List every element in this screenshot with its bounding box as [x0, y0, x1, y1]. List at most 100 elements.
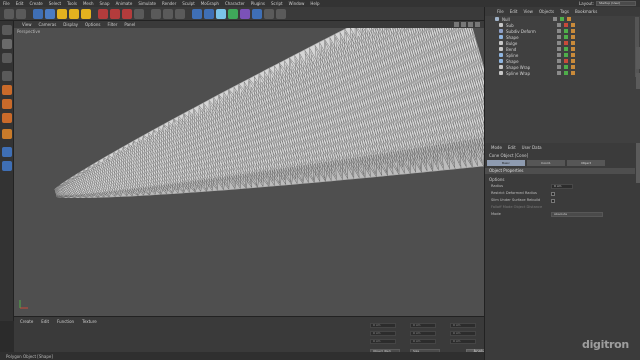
undo-icon[interactable] — [4, 8, 14, 19]
maximize-icon[interactable] — [475, 22, 480, 27]
menu-animate[interactable]: Animate — [116, 1, 133, 6]
tag-icon[interactable] — [571, 71, 575, 75]
enable-check-icon[interactable] — [564, 59, 568, 63]
tag-icon[interactable] — [571, 47, 575, 51]
model-mode-icon[interactable] — [2, 39, 12, 49]
menu-file[interactable]: File — [3, 1, 10, 6]
visibility-dots-icon[interactable] — [557, 47, 561, 51]
enable-check-icon[interactable] — [564, 23, 568, 27]
redo-icon[interactable] — [16, 8, 26, 19]
material-menu-function[interactable]: Function — [57, 319, 74, 324]
tag-icon[interactable] — [571, 41, 575, 45]
menu-edit[interactable]: Edit — [16, 1, 24, 6]
viewport-menu-filter[interactable]: Filter — [107, 22, 117, 27]
visibility-dots-icon[interactable] — [557, 53, 561, 57]
tag-icon[interactable] — [567, 17, 571, 21]
menu-create[interactable]: Create — [29, 1, 42, 6]
menu-window[interactable]: Window — [289, 1, 305, 6]
enable-check-icon[interactable] — [564, 35, 568, 39]
camera-icon[interactable] — [264, 8, 274, 19]
objects-menu-tags[interactable]: Tags — [560, 9, 569, 14]
enable-check-icon[interactable] — [564, 29, 568, 33]
environment-icon[interactable] — [252, 8, 262, 19]
objects-menu-bookmarks[interactable]: Bookmarks — [575, 9, 597, 14]
make-editable-icon[interactable] — [2, 25, 12, 35]
scale-icon[interactable] — [57, 8, 67, 19]
tab-basic[interactable]: Basic — [487, 160, 525, 166]
enable-check-icon[interactable] — [564, 41, 568, 45]
objects-menu-objects[interactable]: Objects — [539, 9, 554, 14]
visibility-dots-icon[interactable] — [557, 71, 561, 75]
render-picture-viewer-icon[interactable] — [163, 8, 173, 19]
x-axis-icon[interactable] — [98, 8, 108, 19]
rotation-h-field[interactable]: 0 cm — [450, 323, 476, 328]
rotation-p-field[interactable]: 0 cm — [450, 331, 476, 336]
visibility-dots-icon[interactable] — [557, 41, 561, 45]
tab-coord[interactable]: Coord. — [527, 160, 565, 166]
size-z-field[interactable]: 0 cm — [410, 339, 436, 344]
viewport-menu-view[interactable]: View — [22, 22, 32, 27]
enable-check-icon[interactable] — [560, 17, 564, 21]
texture-mode-icon[interactable] — [2, 53, 12, 63]
menu-simulate[interactable]: Simulate — [138, 1, 156, 6]
size-y-field[interactable]: 0 cm — [410, 331, 436, 336]
viewport-menu-panel[interactable]: Panel — [124, 22, 135, 27]
tweak-icon[interactable] — [2, 147, 12, 157]
coord-system-icon[interactable] — [134, 8, 144, 19]
material-menu-texture[interactable]: Texture — [82, 319, 97, 324]
attribute-checkbox[interactable] — [551, 192, 555, 196]
edges-mode-icon[interactable] — [2, 99, 12, 109]
y-axis-icon[interactable] — [110, 8, 120, 19]
perspective-viewport[interactable]: Perspective — [14, 28, 484, 316]
attributes-menu-edit[interactable]: Edit — [508, 145, 516, 150]
rotation-b-field[interactable]: 0 cm — [450, 339, 476, 344]
attributes-menu-mode[interactable]: Mode — [491, 145, 502, 150]
material-menu-edit[interactable]: Edit — [41, 319, 49, 324]
workplane-icon[interactable] — [2, 71, 12, 81]
light-icon[interactable] — [276, 8, 286, 19]
position-x-field[interactable]: 0 cm — [370, 323, 396, 328]
z-axis-icon[interactable] — [122, 8, 132, 19]
tag-icon[interactable] — [571, 59, 575, 63]
rotate-icon[interactable] — [69, 8, 79, 19]
tag-icon[interactable] — [571, 53, 575, 57]
recent-tools-icon[interactable] — [81, 8, 91, 19]
menu-character[interactable]: Character — [225, 1, 245, 6]
visibility-dots-icon[interactable] — [557, 59, 561, 63]
orbit-icon[interactable] — [468, 22, 473, 27]
menu-sculpt[interactable]: Sculpt — [182, 1, 195, 6]
attribute-dropdown[interactable]: Absolute — [551, 212, 603, 217]
objects-menu-edit[interactable]: Edit — [510, 9, 518, 14]
live-selection-icon[interactable] — [33, 8, 43, 19]
layout-dropdown[interactable]: Startup (User) — [596, 1, 636, 6]
menu-mesh[interactable]: Mesh — [83, 1, 94, 6]
points-mode-icon[interactable] — [2, 85, 12, 95]
enable-axis-icon[interactable] — [2, 129, 12, 139]
takes-side-tab[interactable] — [636, 73, 640, 89]
position-z-field[interactable]: 0 cm — [370, 339, 396, 344]
render-settings-icon[interactable] — [175, 8, 185, 19]
menu-plugins[interactable]: Plugins — [251, 1, 265, 6]
array-icon[interactable] — [228, 8, 238, 19]
menu-render[interactable]: Render — [162, 1, 176, 6]
visibility-dots-icon[interactable] — [557, 29, 561, 33]
attributes-side-tab[interactable] — [636, 143, 640, 183]
attributes-menu-userdata[interactable]: User Data — [522, 145, 542, 150]
enable-check-icon[interactable] — [564, 53, 568, 57]
viewport-menu-display[interactable]: Display — [63, 22, 78, 27]
attribute-value-field[interactable]: 0 cm — [551, 184, 573, 189]
pan-icon[interactable] — [454, 22, 459, 27]
attribute-checkbox[interactable] — [551, 199, 555, 203]
viewport-menu-options[interactable]: Options — [85, 22, 100, 27]
tab-object[interactable]: Object — [567, 160, 605, 166]
cube-icon[interactable] — [192, 8, 202, 19]
size-x-field[interactable]: 0 cm — [410, 323, 436, 328]
menu-script[interactable]: Script — [271, 1, 283, 6]
menu-mograph[interactable]: MoGraph — [201, 1, 219, 6]
visibility-dots-icon[interactable] — [557, 65, 561, 69]
visibility-dots-icon[interactable] — [557, 23, 561, 27]
subdivision-icon[interactable] — [216, 8, 226, 19]
deformer-icon[interactable] — [240, 8, 250, 19]
objects-menu-file[interactable]: File — [497, 9, 504, 14]
enable-check-icon[interactable] — [564, 71, 568, 75]
